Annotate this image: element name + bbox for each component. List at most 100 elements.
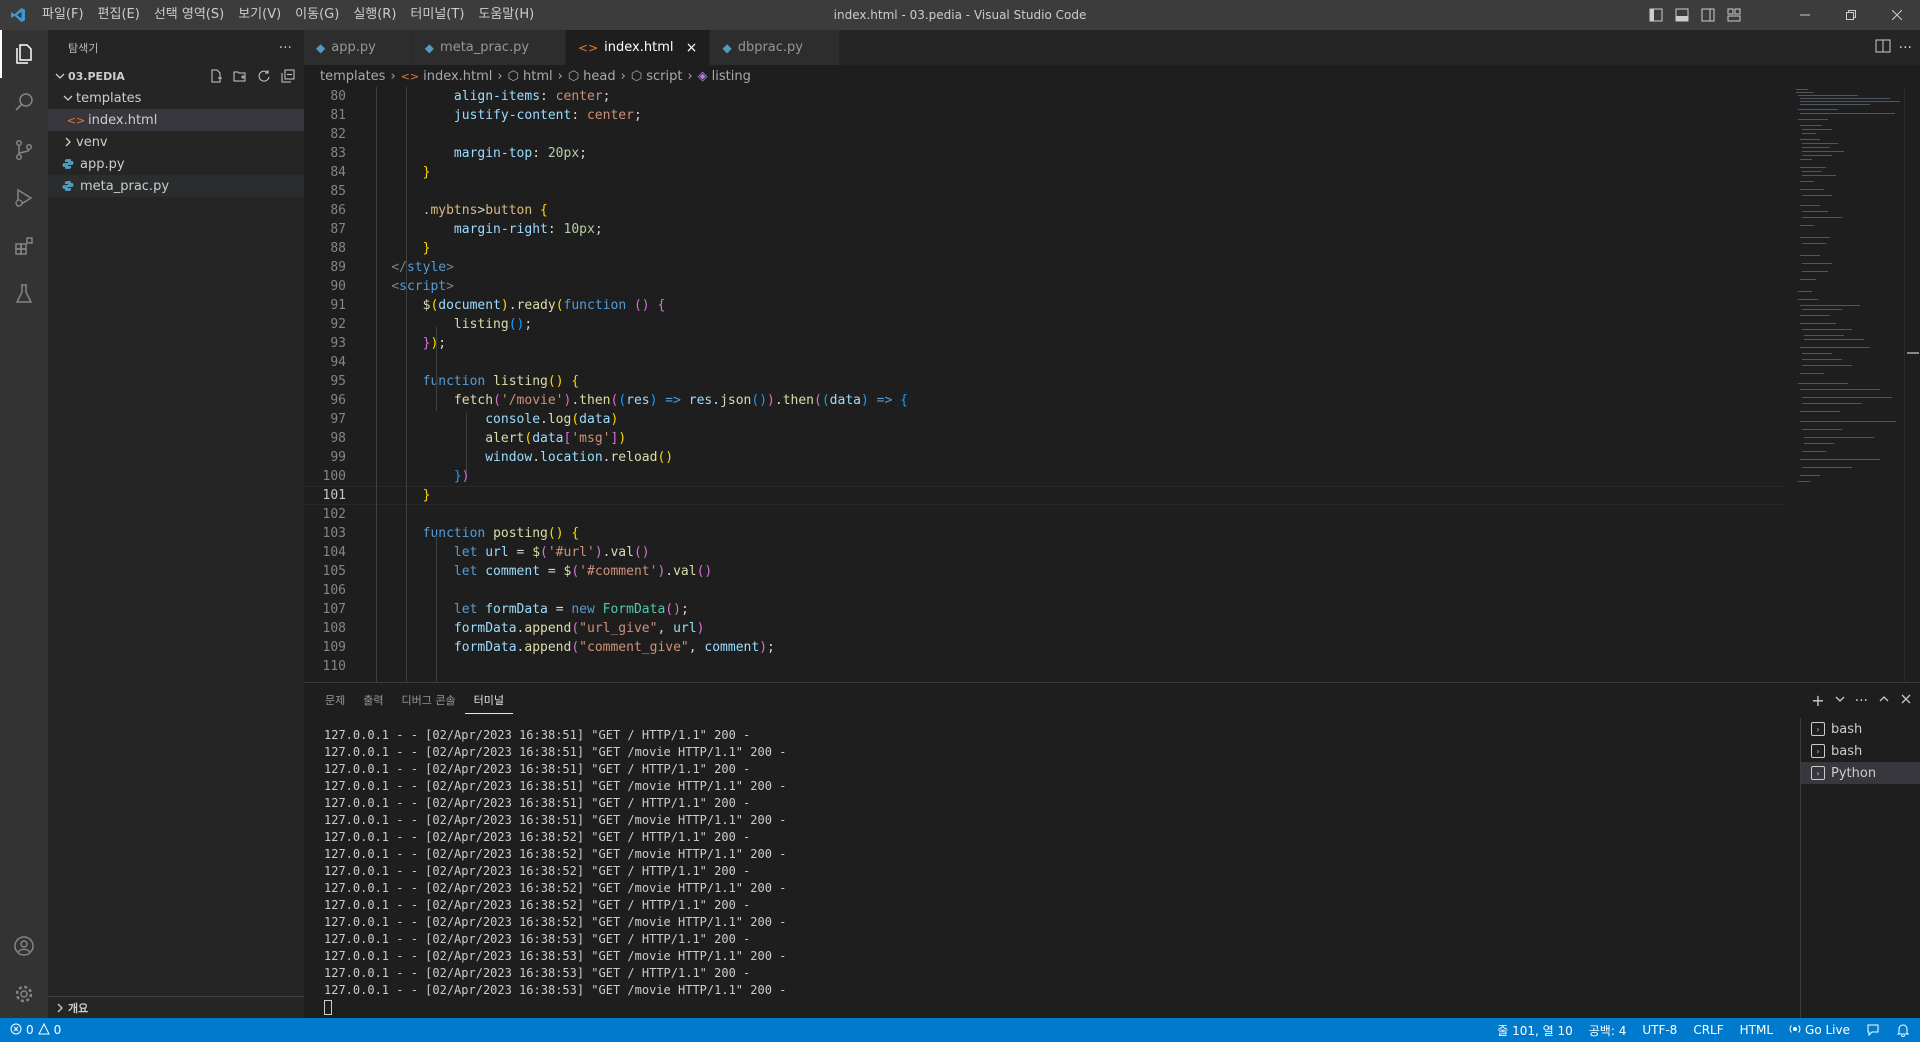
code-line: 100 }) (322, 469, 470, 484)
menu-go[interactable]: 이동(G) (288, 4, 346, 26)
chevron-right-icon: › (497, 68, 503, 84)
minimize-icon[interactable] (1782, 0, 1828, 30)
chevron-down-icon[interactable] (1835, 693, 1845, 708)
close-tab-icon[interactable]: × (683, 40, 699, 56)
terminal-line: 127.0.0.1 - - [02/Apr/2023 16:38:52] "GE… (324, 864, 751, 878)
menu-run[interactable]: 실행(R) (346, 4, 403, 26)
tab-output[interactable]: 출력 (354, 683, 392, 718)
tree-file-meta-prac-py[interactable]: meta_prac.py (48, 175, 304, 197)
scrollbar-thumb[interactable] (1907, 352, 1919, 354)
encoding[interactable]: UTF-8 (1642, 1023, 1677, 1037)
cursor-position[interactable]: 줄 101, 열 10 (1497, 1022, 1573, 1039)
terminal-line: 127.0.0.1 - - [02/Apr/2023 16:38:51] "GE… (324, 745, 787, 759)
menu-terminal[interactable]: 터미널(T) (403, 4, 471, 26)
new-file-icon[interactable] (206, 66, 226, 86)
problems-status[interactable]: 0 0 (0, 1022, 62, 1038)
bottom-panel: 문제 출력 디버그 콘솔 터미널 + ··· 127.0.0.1 - - [02… (304, 682, 1920, 1018)
tree-folder-templates[interactable]: templates (48, 87, 304, 109)
toggle-secondary-sidebar-icon[interactable] (1698, 5, 1718, 25)
terminal-output[interactable]: 127.0.0.1 - - [02/Apr/2023 16:38:51] "GE… (324, 727, 786, 1015)
tree-file-app-py[interactable]: app.py (48, 153, 304, 175)
menu-edit[interactable]: 편집(E) (91, 4, 147, 26)
feedback-icon[interactable] (1866, 1023, 1880, 1037)
tab-problems[interactable]: 문제 (316, 683, 354, 718)
more-actions-icon[interactable]: ··· (1899, 40, 1912, 56)
more-actions-icon[interactable]: ··· (1855, 693, 1868, 709)
code-line: 106 (322, 583, 346, 598)
tab-app-py[interactable]: ◆ app.py (304, 30, 413, 65)
activity-bar (0, 30, 48, 1018)
chevron-down-icon (60, 87, 76, 109)
editor-scrollbar[interactable] (1904, 87, 1920, 682)
sidebar-title: 탐색기 (68, 41, 99, 55)
explorer-icon[interactable] (0, 30, 48, 78)
terminal-line: 127.0.0.1 - - [02/Apr/2023 16:38:52] "GE… (324, 847, 787, 861)
panel-tabs: 문제 출력 디버그 콘솔 터미널 (304, 683, 1920, 718)
language-mode[interactable]: HTML (1740, 1023, 1773, 1037)
settings-gear-icon[interactable] (0, 970, 48, 1018)
python-icon: ◆ (316, 40, 326, 55)
customize-layout-icon[interactable] (1724, 5, 1744, 25)
tree-folder-venv[interactable]: venv (48, 131, 304, 153)
toggle-panel-icon[interactable] (1672, 5, 1692, 25)
split-editor-icon[interactable] (1875, 38, 1891, 58)
code-line: 88 } (330, 241, 431, 256)
testing-icon[interactable] (0, 270, 48, 318)
extensions-icon[interactable] (0, 222, 48, 270)
toggle-sidebar-icon[interactable] (1646, 5, 1666, 25)
refresh-icon[interactable] (254, 66, 274, 86)
minimap[interactable] (1784, 87, 1904, 682)
tab-debug-console[interactable]: 디버그 콘솔 (393, 683, 465, 718)
warning-count: 0 (53, 1023, 62, 1037)
python-file-icon (60, 178, 76, 194)
tab-dbprac-py[interactable]: ◆ dbprac.py (710, 30, 840, 65)
breadcrumb-item[interactable]: ⬡ html (508, 69, 553, 84)
tab-index-html[interactable]: <> index.html × (566, 30, 711, 65)
breadcrumb-item[interactable]: ◈ listing (698, 69, 751, 84)
breadcrumb-item[interactable]: <> index.html (401, 69, 493, 84)
breadcrumb-item[interactable]: ⬡ script (631, 69, 683, 84)
breadcrumb-item[interactable]: ⬡ head (568, 69, 616, 84)
menu-selection[interactable]: 선택 영역(S) (147, 4, 231, 26)
terminal-item-bash[interactable]: › bash (1801, 718, 1920, 740)
source-control-icon[interactable] (0, 126, 48, 174)
tree-file-index-html[interactable]: <> index.html (48, 109, 304, 131)
tab-terminal[interactable]: 터미널 (464, 688, 513, 714)
maximize-panel-icon[interactable] (1878, 693, 1890, 709)
outline-section[interactable]: 개요 (48, 996, 304, 1018)
menu-file[interactable]: 파일(F) (35, 4, 91, 26)
close-panel-icon[interactable] (1900, 693, 1912, 709)
more-actions-icon[interactable]: ··· (279, 40, 292, 56)
breadcrumb: templates › <> index.html › ⬡ html › ⬡ head… (304, 65, 1920, 87)
code-line: 98 alert(data['msg']) (330, 431, 627, 446)
terminal-item-python[interactable]: › Python (1801, 762, 1920, 784)
go-live-button[interactable]: Go Live (1789, 1023, 1850, 1038)
run-debug-icon[interactable] (0, 174, 48, 222)
collapse-all-icon[interactable] (278, 66, 298, 86)
menu-bar: 파일(F) 편집(E) 선택 영역(S) 보기(V) 이동(G) 실행(R) 터… (35, 0, 541, 30)
restore-icon[interactable] (1828, 0, 1874, 30)
new-terminal-icon[interactable]: + (1811, 691, 1824, 710)
new-folder-icon[interactable] (230, 66, 250, 86)
editor-tabs: ◆ app.py ◆ meta_prac.py <> index.html × … (304, 30, 1920, 65)
search-icon[interactable] (0, 78, 48, 126)
end-of-line[interactable]: CRLF (1693, 1023, 1723, 1037)
menu-help[interactable]: 도움말(H) (471, 4, 541, 26)
indent-guide (376, 87, 377, 682)
breadcrumb-item[interactable]: templates (320, 69, 385, 84)
terminal-icon: › (1811, 722, 1825, 736)
code-line: 89 </style> (330, 260, 454, 275)
workspace-folder-header[interactable]: 03.PEDIA (48, 65, 304, 87)
menu-view[interactable]: 보기(V) (231, 4, 288, 26)
code-editor[interactable]: 80 align-items: center; 81 justify-conte… (304, 87, 1784, 682)
terminal-item-bash[interactable]: › bash (1801, 740, 1920, 762)
tree-item-label: venv (76, 134, 108, 150)
account-icon[interactable] (0, 922, 48, 970)
terminal-line: 127.0.0.1 - - [02/Apr/2023 16:38:53] "GE… (324, 932, 751, 946)
tab-meta-prac-py[interactable]: ◆ meta_prac.py (412, 30, 567, 65)
code-line-current: 101 } (304, 486, 1784, 505)
indentation[interactable]: 공백: 4 (1589, 1022, 1627, 1039)
close-window-icon[interactable] (1874, 0, 1920, 30)
notifications-bell-icon[interactable] (1896, 1023, 1910, 1037)
code-line: 108 formData.append("url_give", url) (322, 621, 705, 636)
